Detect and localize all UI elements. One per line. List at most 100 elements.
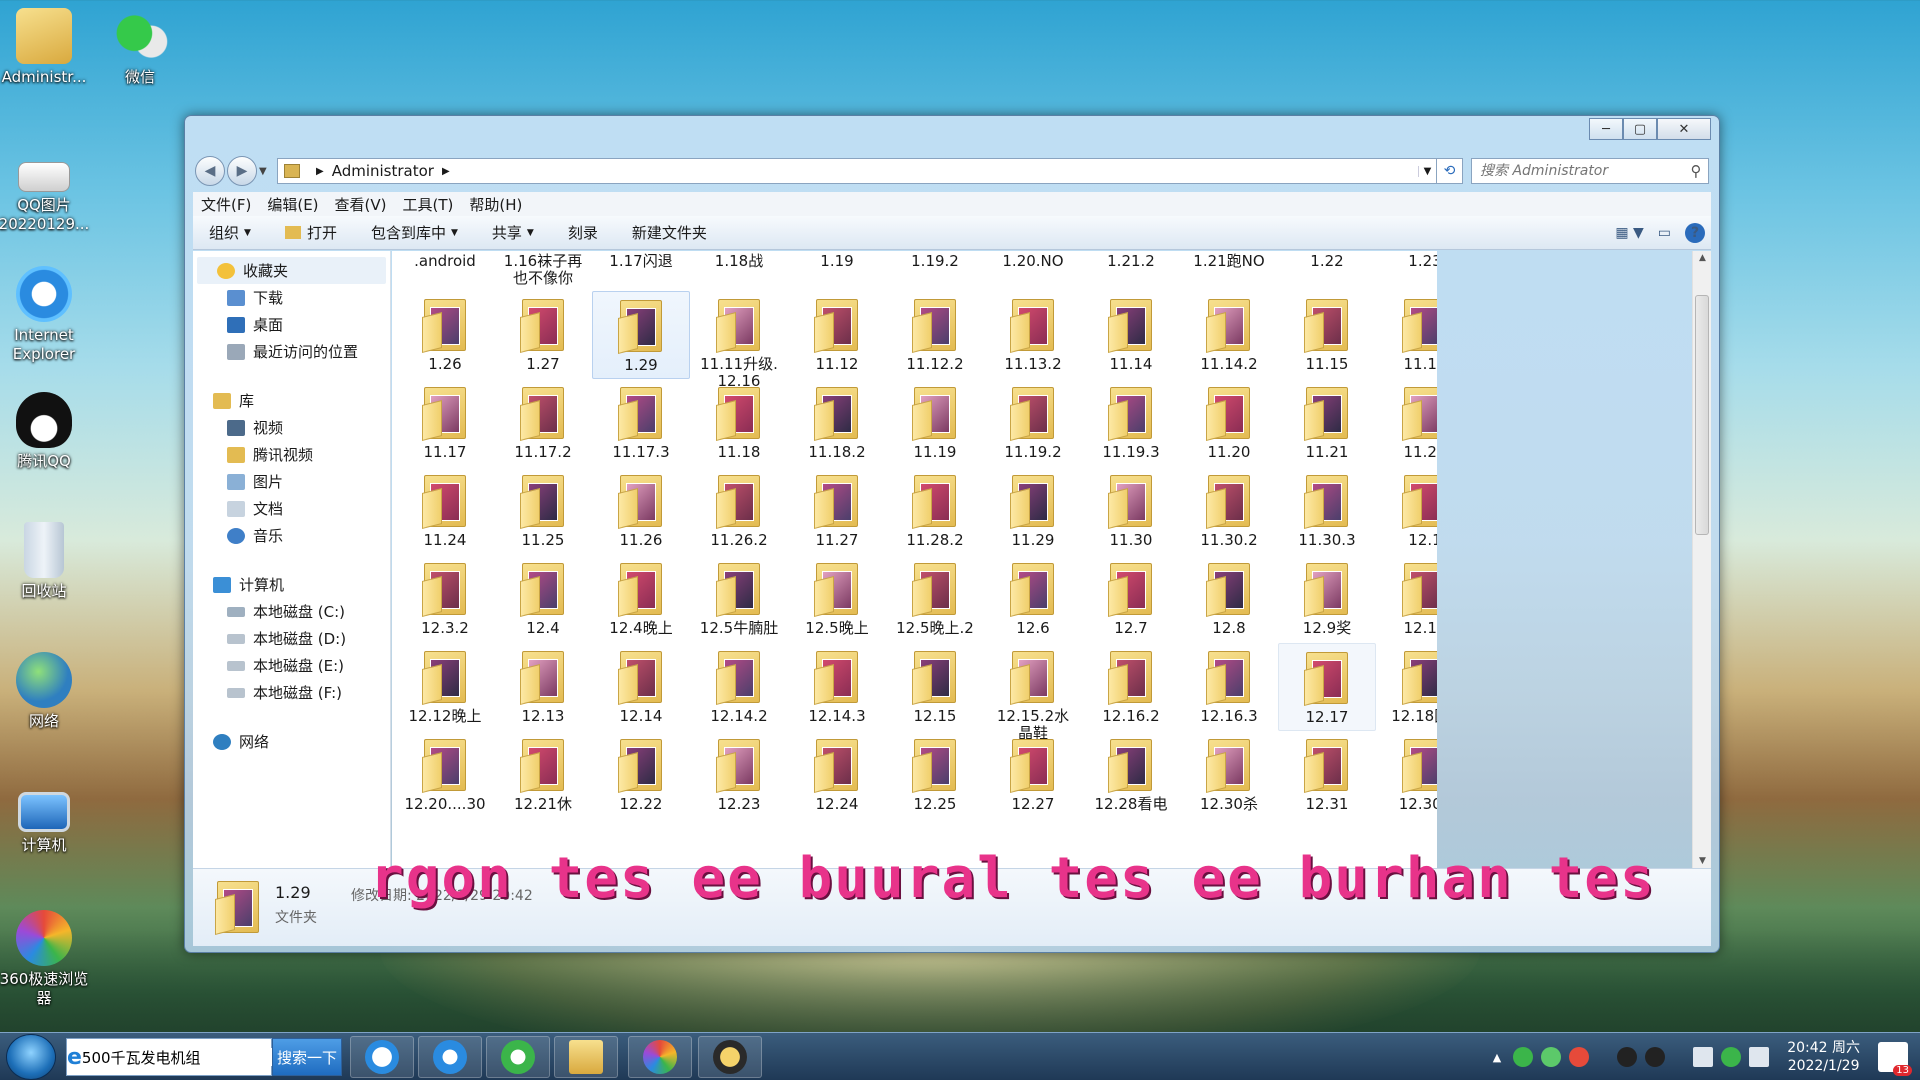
change-view-icon[interactable]: ▦ ▼ (1615, 225, 1643, 241)
qq-penguin-icon[interactable] (1645, 1047, 1666, 1067)
nav-favorites[interactable]: 收藏夹 (197, 257, 386, 284)
folder-item[interactable]: 12.4晚上 (592, 555, 690, 643)
folder-item[interactable]: 12.302 (1376, 731, 1437, 819)
search-icon[interactable]: ⚲ (1684, 162, 1708, 180)
address-bar[interactable]: ▶ Administrator ▶ ▼ (277, 158, 1437, 184)
folder-item[interactable]: 12.28看电 (1082, 731, 1180, 819)
address-dropdown-icon[interactable]: ▼ (1418, 165, 1436, 177)
folder-item[interactable]: 12.20....30 (396, 731, 494, 819)
menu-tools[interactable]: 工具(T) (403, 194, 454, 215)
taskbar-app-explorer[interactable] (554, 1036, 618, 1078)
folder-item[interactable]: 12.21休 (494, 731, 592, 819)
folder-item[interactable]: 11.30 (1082, 467, 1180, 555)
folder-item[interactable]: 1.21.2 (1082, 251, 1180, 291)
desktop-icon-recycle-bin[interactable]: 回收站 (0, 522, 92, 601)
folder-item[interactable]: 11.16 (1376, 291, 1437, 379)
folder-item[interactable]: 11.26.2 (690, 467, 788, 555)
volume-icon[interactable] (1749, 1047, 1770, 1067)
folder-item[interactable]: 1.18战 (690, 251, 788, 291)
qq-tray-icon[interactable] (1569, 1047, 1590, 1067)
folder-item[interactable]: 11.17.3 (592, 379, 690, 467)
folder-item[interactable]: 11.26 (592, 467, 690, 555)
burn-button[interactable]: 刻录 (568, 222, 598, 243)
folder-item[interactable]: 12.1 (1376, 467, 1437, 555)
folder-item[interactable]: 11.17.2 (494, 379, 592, 467)
security-shield-icon[interactable] (1513, 1047, 1534, 1067)
taskbar-search-box[interactable]: e (66, 1038, 276, 1076)
menu-edit[interactable]: 编辑(E) (267, 194, 318, 215)
folder-item[interactable]: 12.5晚上.2 (886, 555, 984, 643)
menu-view[interactable]: 查看(V) (335, 194, 387, 215)
desktop-icon-administrator[interactable]: Administr... (0, 8, 92, 87)
folder-item[interactable]: 12.12晚上 (396, 643, 494, 731)
folder-item[interactable]: 11.12.2 (886, 291, 984, 379)
folder-item[interactable]: 11.29 (984, 467, 1082, 555)
desktop-icon-wechat[interactable]: 微信 (92, 8, 188, 87)
folder-item[interactable]: 1.27 (494, 291, 592, 379)
folder-item[interactable]: 12.16.3 (1180, 643, 1278, 731)
menu-file[interactable]: 文件(F) (201, 194, 251, 215)
folder-item[interactable]: 12.3.2 (396, 555, 494, 643)
folder-item[interactable]: 11.12 (788, 291, 886, 379)
folder-item[interactable]: 11.11升级. 12.16 (690, 291, 788, 390)
show-hidden-icons-icon[interactable]: ▲ (1493, 1051, 1501, 1064)
start-button[interactable] (6, 1034, 56, 1080)
taskbar-app-media[interactable] (698, 1036, 762, 1078)
folder-item[interactable]: 12.5牛腩肚 (690, 555, 788, 643)
folder-item[interactable]: 11.14 (1082, 291, 1180, 379)
minimize-button[interactable]: ─ (1589, 118, 1623, 140)
taskbar-app-kugou[interactable] (350, 1036, 414, 1078)
nav-desktop[interactable]: 桌面 (193, 311, 390, 338)
search-input[interactable] (1480, 163, 1684, 179)
folder-item[interactable]: 12.31 (1278, 731, 1376, 819)
folder-item[interactable]: 11.19.3 (1082, 379, 1180, 467)
folder-item[interactable]: 1.19 (788, 251, 886, 291)
folder-item[interactable]: 12.25 (886, 731, 984, 819)
refresh-button[interactable]: ⟲ (1437, 158, 1463, 184)
nav-recent-places[interactable]: 最近访问的位置 (193, 338, 390, 365)
nav-drive-c[interactable]: 本地磁盘 (C:) (193, 598, 390, 625)
folder-item[interactable]: 12.14 (592, 643, 690, 731)
folder-item[interactable]: 12.6 (984, 555, 1082, 643)
folder-item[interactable]: 1.21跑NO (1180, 251, 1278, 291)
network-status-icon[interactable] (1693, 1047, 1714, 1067)
nav-tencent-video[interactable]: 腾讯视频 (193, 441, 390, 468)
folder-item[interactable]: 11.30.3 (1278, 467, 1376, 555)
folder-item[interactable]: 11.24 (396, 467, 494, 555)
folder-item[interactable]: 11.25 (494, 467, 592, 555)
folder-item[interactable]: 12.24 (788, 731, 886, 819)
folder-item[interactable]: 12.7 (1082, 555, 1180, 643)
folder-item[interactable]: 1.19.2 (886, 251, 984, 291)
nav-documents[interactable]: 文档 (193, 495, 390, 522)
folder-item[interactable]: 12.14.2 (690, 643, 788, 731)
forward-button[interactable]: ▶ (227, 156, 257, 186)
new-folder-button[interactable]: 新建文件夹 (632, 222, 707, 243)
folder-item[interactable]: 11.19 (886, 379, 984, 467)
desktop-icon-internet-explorer[interactable]: Internet Explorer (0, 266, 92, 364)
folder-item[interactable]: 12.22 (592, 731, 690, 819)
folder-item[interactable]: 11.18.2 (788, 379, 886, 467)
folder-item[interactable]: 1.26 (396, 291, 494, 379)
folder-item[interactable]: 12.10 (1376, 555, 1437, 643)
folder-item[interactable]: 12.15 (886, 643, 984, 731)
folder-item[interactable]: 12.8 (1180, 555, 1278, 643)
menu-help[interactable]: 帮助(H) (469, 194, 522, 215)
folder-item[interactable]: 11.20 (1180, 379, 1278, 467)
folder-item[interactable]: 1.17闪退 (592, 251, 690, 291)
scroll-up-icon[interactable]: ▲ (1693, 253, 1712, 263)
nav-drive-e[interactable]: 本地磁盘 (E:) (193, 652, 390, 679)
folder-item[interactable]: 12.23 (690, 731, 788, 819)
breadcrumb-separator-icon[interactable]: ▶ (442, 166, 450, 177)
desktop-icon-network[interactable]: 网络 (0, 652, 92, 731)
nav-computer[interactable]: 计算机 (193, 571, 390, 598)
folder-item[interactable]: 11.27 (788, 467, 886, 555)
folder-item[interactable]: 11.19.2 (984, 379, 1082, 467)
back-button[interactable]: ◀ (195, 156, 225, 186)
folder-item[interactable]: 1.23 (1376, 251, 1437, 291)
folder-item[interactable]: 11.28.2 (886, 467, 984, 555)
desktop-icon-tencent-qq[interactable]: 腾讯QQ (0, 392, 92, 471)
nav-drive-d[interactable]: 本地磁盘 (D:) (193, 625, 390, 652)
nav-pictures[interactable]: 图片 (193, 468, 390, 495)
breadcrumb-administrator[interactable]: Administrator (332, 162, 434, 180)
folder-item[interactable]: 12.15.2水 晶鞋 (984, 643, 1082, 742)
